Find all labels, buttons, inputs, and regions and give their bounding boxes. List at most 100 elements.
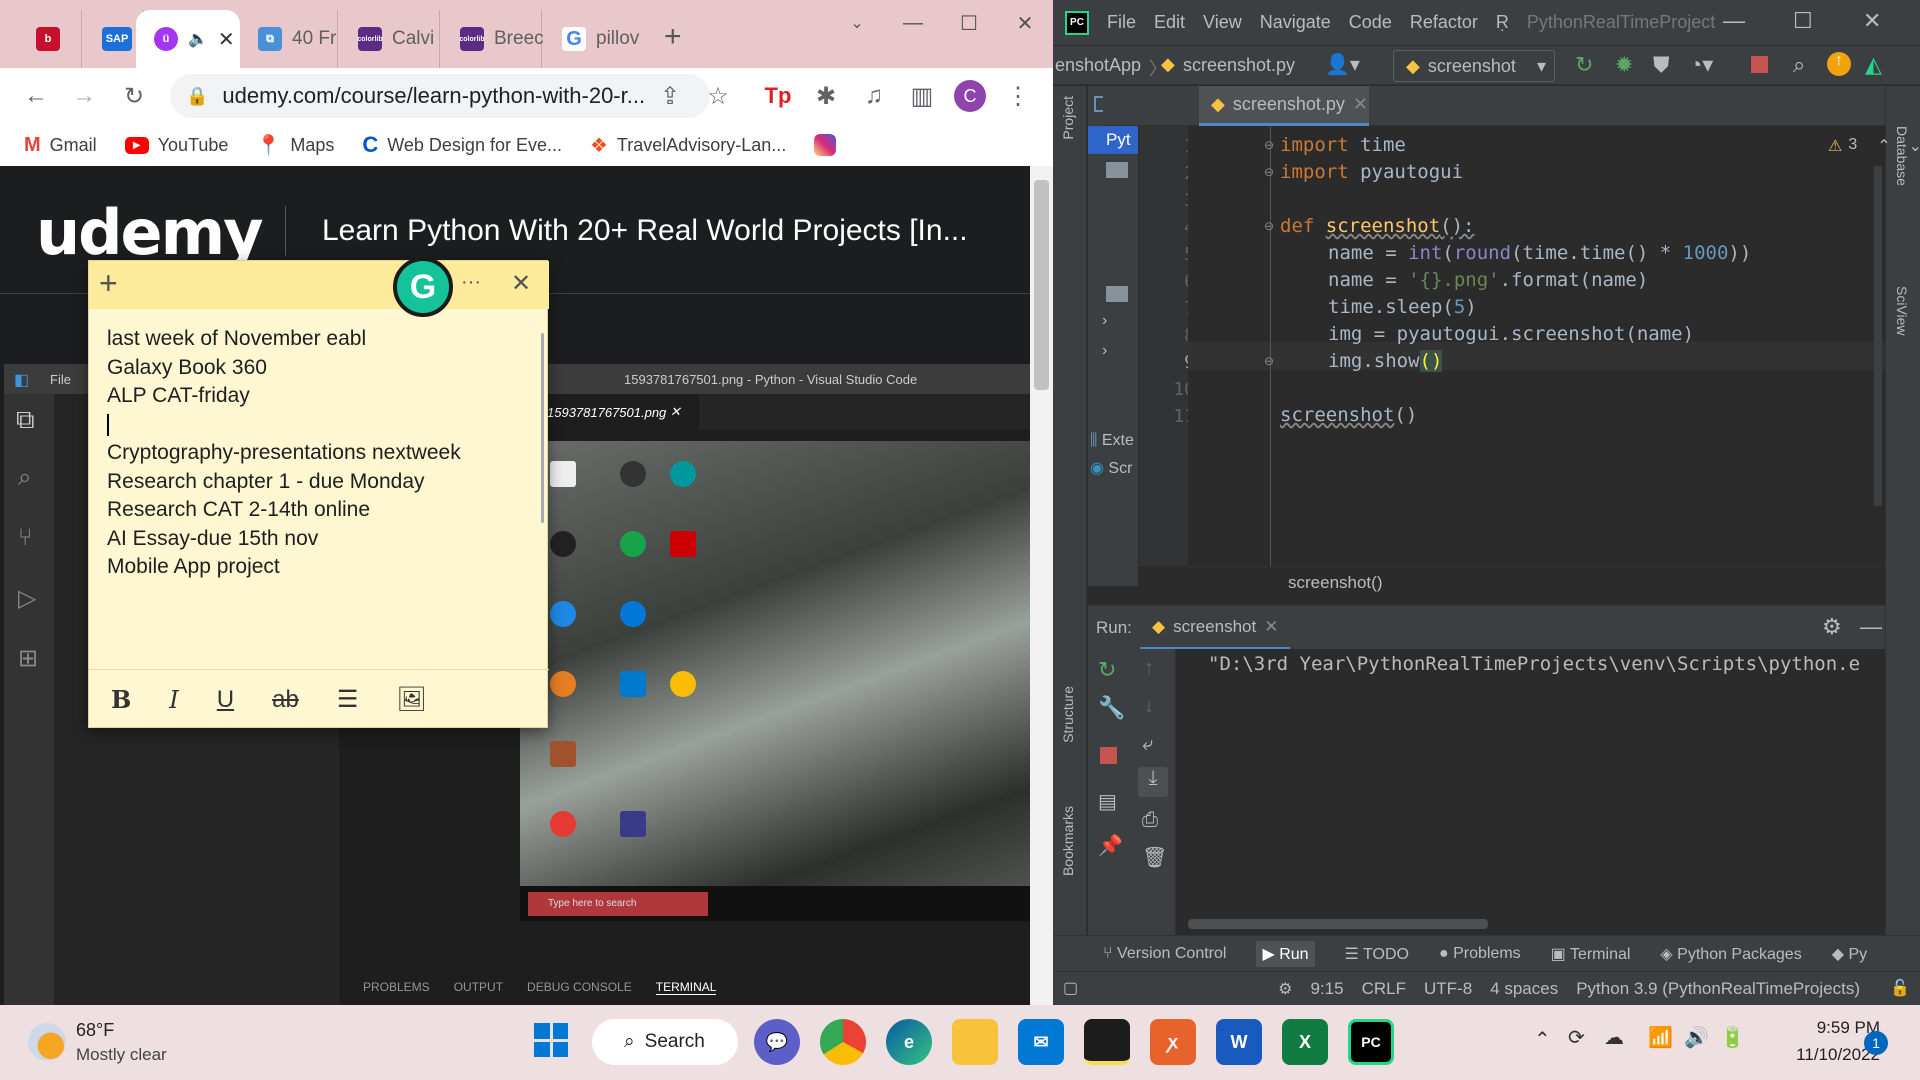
horizontal-scrollbar[interactable] <box>1188 919 1488 929</box>
chrome-menu-icon[interactable]: ⋮ <box>1000 78 1036 114</box>
menu-run[interactable]: Ṛ <box>1496 12 1509 33</box>
lock-icon[interactable]: 🔒 <box>186 86 208 107</box>
chevron-up-icon[interactable]: ⌃ <box>1877 136 1890 156</box>
strikethrough-icon[interactable]: ab <box>272 686 299 714</box>
weather-icon[interactable] <box>28 1023 66 1061</box>
page-scrollbar[interactable] <box>1030 166 1053 1005</box>
url-text[interactable]: udemy.com/course/learn-python-with-20-r.… <box>222 83 645 109</box>
tab-b[interactable]: b <box>18 10 82 68</box>
layout-icon[interactable]: ▤ <box>1098 789 1117 814</box>
italic-icon[interactable]: I <box>169 686 178 714</box>
soft-wrap-icon[interactable]: ⤶ <box>1142 733 1153 756</box>
pin-icon[interactable]: 📌 <box>1098 833 1123 858</box>
fold-icon[interactable]: ⊖ <box>1264 219 1274 233</box>
run-output[interactable]: "D:\3rd Year\PythonRealTimeProjects\venv… <box>1208 653 1860 675</box>
coverage-icon[interactable]: ⛊ <box>1653 52 1670 78</box>
menu-navigate[interactable]: Navigate <box>1260 12 1331 33</box>
underline-icon[interactable]: U <box>217 686 234 714</box>
weather-temperature[interactable]: 68°F <box>76 1020 114 1041</box>
battery-icon[interactable]: 🔋 <box>1720 1025 1745 1050</box>
tab-calvin[interactable]: colorlib Calvi <box>340 10 440 68</box>
fold-icon[interactable]: ⊖ <box>1264 165 1274 179</box>
scroll-to-end-icon[interactable]: ⤓ <box>1138 767 1168 797</box>
project-tree-root[interactable]: Pyt <box>1088 126 1138 154</box>
more-options-button[interactable]: ··· <box>461 271 481 294</box>
scratches-item[interactable]: ◉ Scr <box>1090 458 1132 478</box>
tab-search-icon[interactable]: ⌄ <box>829 0 885 46</box>
mail-icon[interactable]: ✉ <box>1018 1019 1064 1065</box>
breadcrumb-project[interactable]: enshotApp <box>1055 55 1141 76</box>
sync-icon[interactable]: ⟳ <box>1568 1025 1585 1050</box>
user-icon[interactable]: 👤▾ <box>1325 52 1360 77</box>
file-explorer-icon[interactable] <box>952 1019 998 1065</box>
chrome-taskbar-icon[interactable] <box>820 1019 866 1065</box>
wrench-icon[interactable]: 🔧 <box>1098 695 1125 721</box>
inspection-widget[interactable]: ⚠ 3 ⌃ ⌄ <box>1828 136 1920 156</box>
minimize-button[interactable]: — <box>885 0 941 46</box>
bookmark-travel-advisory[interactable]: ❖ TravelAdvisory-Lan... <box>590 133 786 158</box>
update-icon[interactable]: ↑ <box>1827 52 1851 76</box>
run-tool[interactable]: ▶ Run <box>1256 940 1315 967</box>
chevron-right-icon[interactable]: › <box>1102 312 1107 330</box>
teams-chat-icon[interactable]: 💬 <box>754 1019 800 1065</box>
structure-tool-button[interactable]: Structure <box>1060 686 1076 743</box>
version-control-tool[interactable]: ⑂ Version Control <box>1103 945 1226 963</box>
search-icon[interactable]: ⌕ <box>1793 52 1805 78</box>
grammarly-icon[interactable]: G <box>393 257 453 317</box>
maximize-button[interactable]: ☐ <box>1793 8 1813 34</box>
sticky-note[interactable]: + ··· ✕ G last week of November eabl Gal… <box>88 257 549 728</box>
file-encoding[interactable]: UTF-8 <box>1424 979 1472 999</box>
lock-icon[interactable]: 🔓 <box>1890 978 1910 998</box>
speaker-icon[interactable]: 🔈 <box>188 29 208 49</box>
start-button[interactable] <box>534 1023 568 1057</box>
editor-tab-screenshot[interactable]: ◆ screenshot.py ✕ <box>1199 86 1369 126</box>
tab-pillow[interactable]: G pillov <box>544 10 644 68</box>
side-panel-icon[interactable]: ▥ <box>904 78 940 114</box>
python-interpreter[interactable]: Python 3.9 (PythonRealTimeProjects) <box>1576 979 1860 999</box>
tp-extension-icon[interactable]: Tp <box>760 78 796 114</box>
xampp-icon[interactable]: ꭗ <box>1150 1019 1196 1065</box>
editor-breadcrumb[interactable]: screenshot() <box>1288 573 1382 593</box>
volume-icon[interactable]: 🔊 <box>1684 1025 1709 1050</box>
fold-icon[interactable]: ⊖ <box>1264 138 1274 152</box>
close-button[interactable]: ✕ <box>1863 8 1881 34</box>
tab-udemy[interactable]: ü 🔈 ✕ <box>136 10 240 68</box>
onedrive-icon[interactable]: ☁ <box>1604 1025 1624 1050</box>
udemy-logo[interactable]: udemy <box>36 196 264 269</box>
bookmark-gmail[interactable]: M Gmail <box>24 134 97 157</box>
close-icon[interactable]: ✕ <box>1264 617 1278 637</box>
bookmark-maps[interactable]: 📍 Maps <box>256 133 334 158</box>
line-separator[interactable]: CRLF <box>1362 979 1406 999</box>
code-editor[interactable]: ⊖ ⊖ ⊖ ⊖ import time import pyautogui def… <box>1188 126 1920 592</box>
clock-date[interactable]: 11/10/2022 <box>1770 1045 1880 1065</box>
extensions-icon[interactable]: ✱ <box>808 78 844 114</box>
run-tab-screenshot[interactable]: ◆ screenshot ✕ <box>1140 606 1290 650</box>
tab-breed[interactable]: colorlib Breec <box>442 10 544 68</box>
taskbar-search[interactable]: ⌕ Search <box>592 1019 738 1065</box>
tab-sap[interactable]: SAP <box>84 10 144 68</box>
sciview-tool-button[interactable]: SciView <box>1894 286 1910 336</box>
address-bar[interactable]: 🔒 udemy.com/course/learn-python-with-20-… <box>170 74 710 118</box>
menu-edit[interactable]: Edit <box>1154 12 1185 33</box>
chevron-right-icon[interactable]: › <box>1102 342 1107 360</box>
maximize-button[interactable]: ☐ <box>941 0 997 46</box>
caret-position[interactable]: 9:15 <box>1311 979 1344 999</box>
image-icon[interactable]: 🖼 <box>396 685 426 714</box>
run-config-dropdown[interactable]: ◆ screenshot ▾ <box>1393 50 1555 82</box>
editor-scrollbar[interactable] <box>1874 166 1882 506</box>
weather-description[interactable]: Mostly clear <box>76 1045 167 1065</box>
fold-icon[interactable]: ⊖ <box>1264 354 1274 368</box>
close-icon[interactable]: ✕ <box>1353 94 1368 115</box>
chevron-down-icon[interactable]: ⌄ <box>1909 136 1920 156</box>
clock-time[interactable]: 9:59 PM <box>1770 1018 1880 1038</box>
bold-icon[interactable]: B <box>111 685 131 714</box>
settings-gear-icon[interactable]: ⚙ <box>1822 614 1842 640</box>
reload-icon[interactable]: ↻ <box>116 78 152 114</box>
indent-setting[interactable]: 4 spaces <box>1490 979 1558 999</box>
bookmark-web-design[interactable]: C Web Design for Eve... <box>362 132 562 158</box>
arrow-up-icon[interactable]: ↑ <box>1144 657 1154 680</box>
wifi-icon[interactable]: 📶 <box>1648 1025 1673 1050</box>
new-note-button[interactable]: + <box>99 265 118 302</box>
todo-tool[interactable]: ☰ TODO <box>1345 944 1409 964</box>
avatar[interactable]: C <box>954 80 986 112</box>
